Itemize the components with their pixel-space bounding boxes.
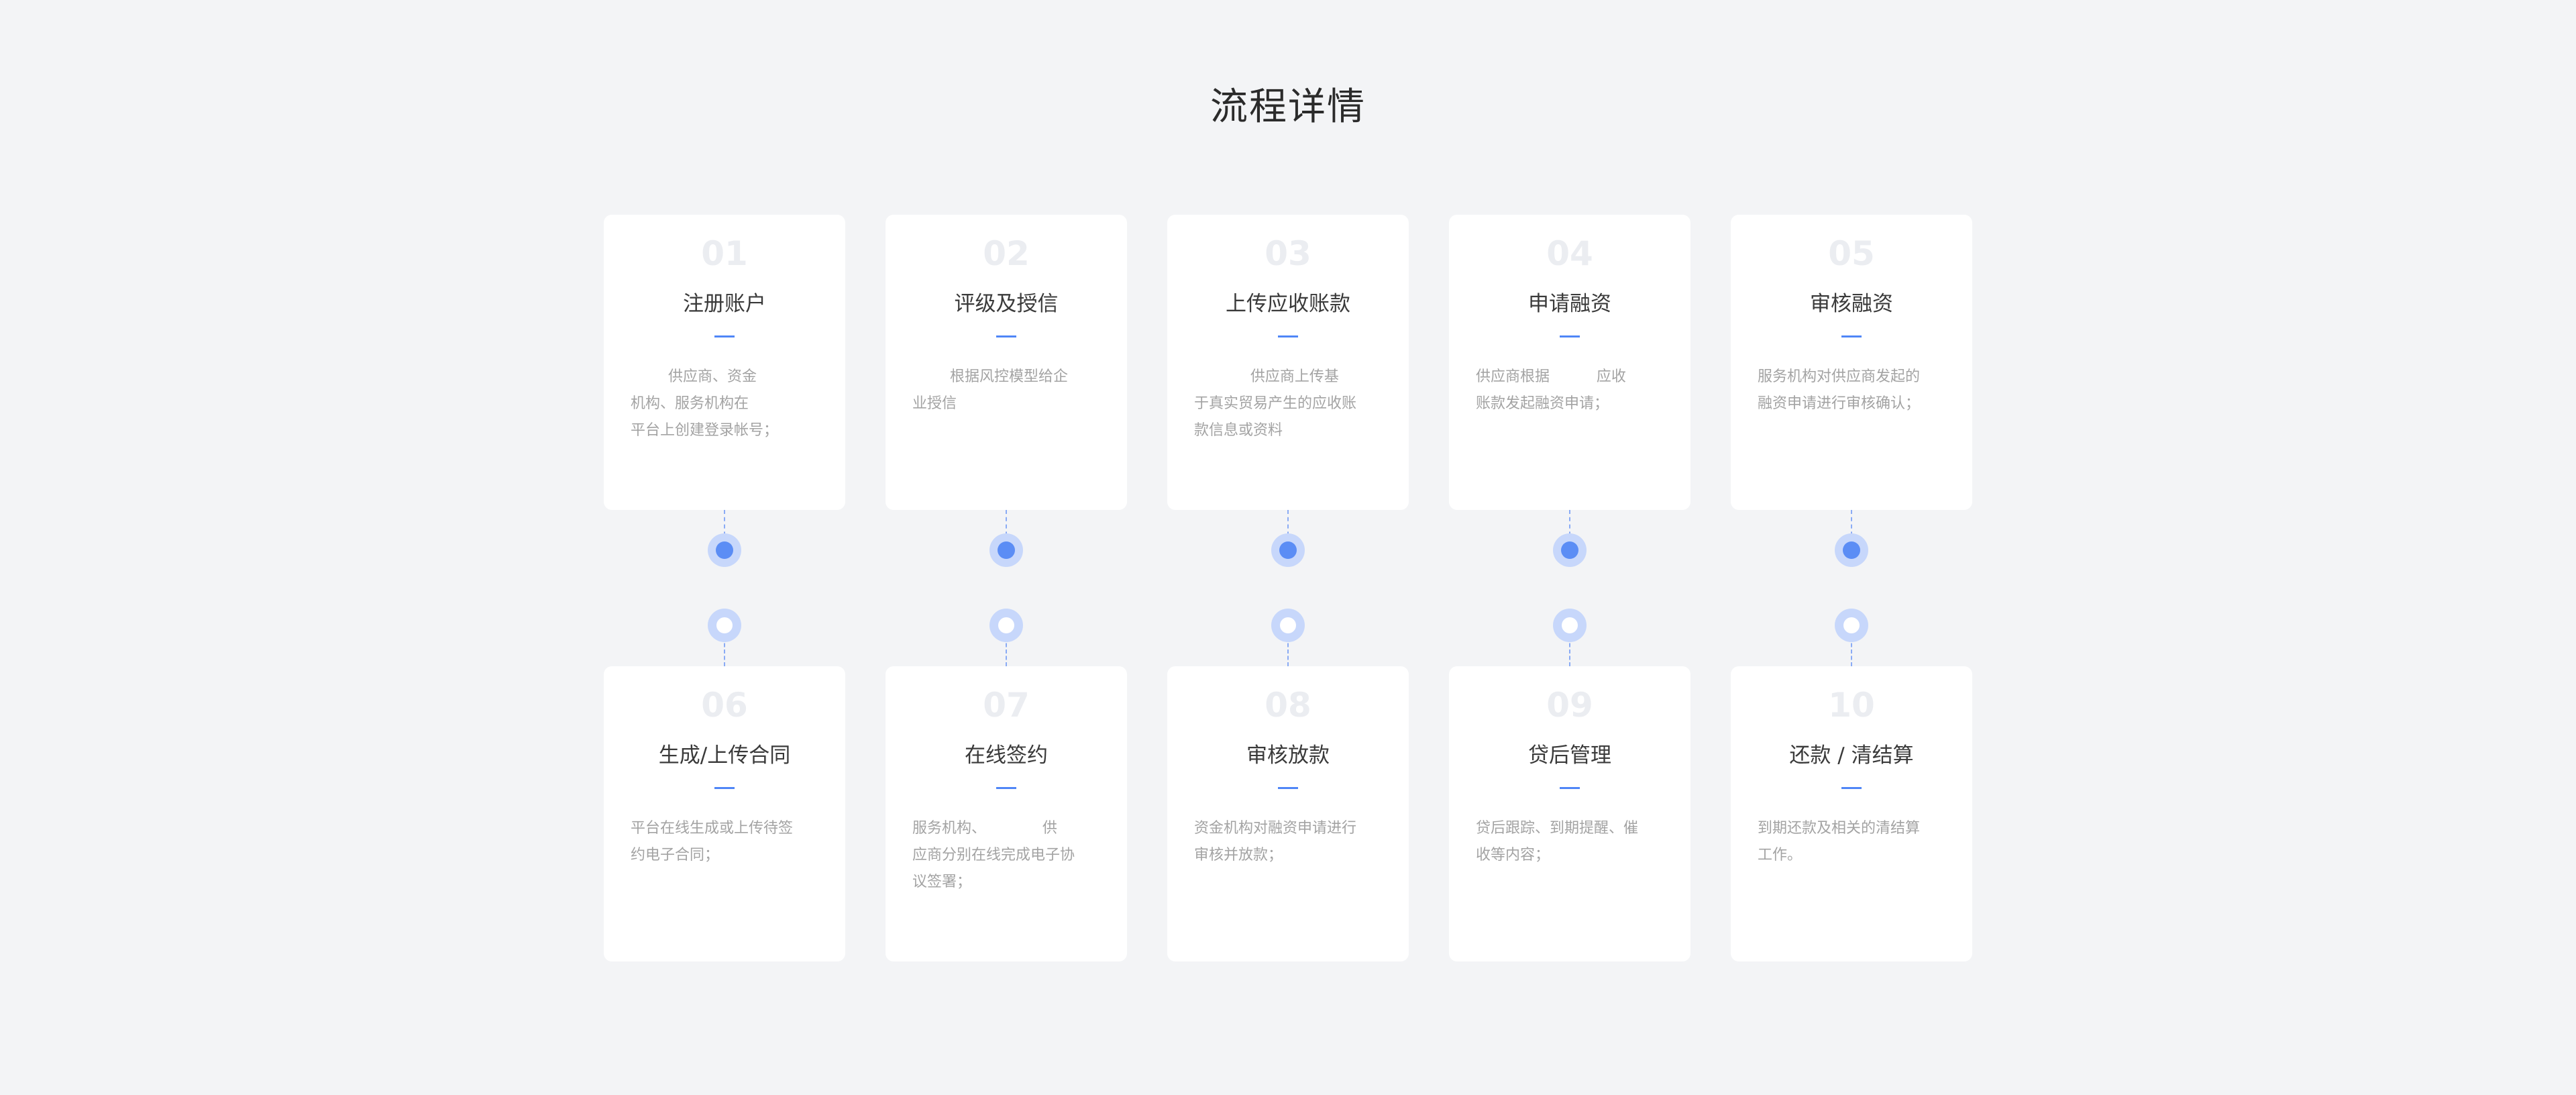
title-underline bbox=[996, 335, 1016, 337]
title-underline bbox=[1841, 335, 1862, 337]
step-title: 申请融资 bbox=[1528, 292, 1611, 316]
title-underline bbox=[1560, 335, 1580, 337]
step-description: 平台在线生成或上传待签 约电子合同； bbox=[631, 820, 794, 864]
title-underline bbox=[1278, 335, 1298, 337]
step-description: 供应商根据 应收 账款发起融资申请； bbox=[1476, 368, 1626, 412]
step-dot-filled bbox=[708, 533, 741, 567]
step-title: 在线签约 bbox=[965, 743, 1048, 768]
step-dot-filled bbox=[1271, 533, 1305, 567]
step-number: 08 bbox=[1265, 686, 1311, 725]
step-card-06: 06 生成/上传合同 平台在线生成或上传待签 约电子合同； bbox=[604, 666, 845, 961]
step-number: 07 bbox=[983, 686, 1030, 725]
step-title: 贷后管理 bbox=[1528, 743, 1611, 768]
step-description: 根据风控模型给企 业授信 bbox=[912, 368, 1068, 412]
step-number: 04 bbox=[1546, 234, 1593, 273]
step-card-03: 03 上传应收账款 供应商上传基 于真实贸易产生的应收账 款信息或资料 bbox=[1167, 215, 1409, 510]
step-title: 审核融资 bbox=[1810, 292, 1893, 316]
step-number: 01 bbox=[701, 234, 748, 273]
step-number: 06 bbox=[701, 686, 748, 725]
step-description: 服务机构对供应商发起的 融资申请进行审核确认； bbox=[1758, 368, 1921, 412]
title-underline bbox=[1560, 787, 1580, 789]
step-number: 10 bbox=[1828, 686, 1875, 725]
step-title: 还款 / 清结算 bbox=[1789, 743, 1914, 768]
step-card-08: 08 审核放款 资金机构对融资申请进行 审核并放款； bbox=[1167, 666, 1409, 961]
step-description: 供应商、资金 机构、服务机构在 平台上创建登录帐号； bbox=[631, 368, 779, 439]
step-card-07: 07 在线签约 服务机构、 供 应商分别在线完成电子协 议签署； bbox=[885, 666, 1127, 961]
step-card-05: 05 审核融资 服务机构对供应商发起的 融资申请进行审核确认； bbox=[1731, 215, 1972, 510]
step-dot-ring bbox=[1553, 609, 1587, 642]
step-number: 05 bbox=[1828, 234, 1875, 273]
page-title: 流程详情 bbox=[1210, 85, 1366, 129]
step-description: 资金机构对融资申请进行 审核并放款； bbox=[1194, 820, 1357, 864]
title-underline bbox=[1278, 787, 1298, 789]
step-card-04: 04 申请融资 供应商根据 应收 账款发起融资申请； bbox=[1449, 215, 1690, 510]
step-card-02: 02 评级及授信 根据风控模型给企 业授信 bbox=[885, 215, 1127, 510]
step-description: 供应商上传基 于真实贸易产生的应收账 款信息或资料 bbox=[1194, 368, 1357, 439]
step-dot-filled bbox=[1553, 533, 1587, 567]
title-underline bbox=[714, 787, 735, 789]
step-title: 评级及授信 bbox=[954, 292, 1059, 316]
step-dot-ring bbox=[989, 609, 1023, 642]
step-card-01: 01 注册账户 供应商、资金 机构、服务机构在 平台上创建登录帐号； bbox=[604, 215, 845, 510]
step-card-09: 09 贷后管理 贷后跟踪、到期提醒、催 收等内容； bbox=[1449, 666, 1690, 961]
step-dot-ring bbox=[708, 609, 741, 642]
step-dot-ring bbox=[1271, 609, 1305, 642]
step-title: 上传应收账款 bbox=[1226, 292, 1350, 316]
step-description: 到期还款及相关的清结算 工作。 bbox=[1758, 820, 1921, 864]
step-dot-filled bbox=[1835, 533, 1868, 567]
title-underline bbox=[996, 787, 1016, 789]
step-card-10: 10 还款 / 清结算 到期还款及相关的清结算 工作。 bbox=[1731, 666, 1972, 961]
step-title: 生成/上传合同 bbox=[658, 743, 791, 768]
step-number: 09 bbox=[1546, 686, 1593, 725]
step-dot-ring bbox=[1835, 609, 1868, 642]
step-title: 注册账户 bbox=[683, 292, 766, 316]
title-underline bbox=[714, 335, 735, 337]
step-number: 02 bbox=[983, 234, 1030, 273]
step-number: 03 bbox=[1265, 234, 1311, 273]
title-underline bbox=[1841, 787, 1862, 789]
step-description: 服务机构、 供 应商分别在线完成电子协 议签署； bbox=[912, 820, 1075, 890]
step-description: 贷后跟踪、到期提醒、催 收等内容； bbox=[1476, 820, 1639, 864]
step-title: 审核放款 bbox=[1246, 743, 1330, 768]
step-dot-filled bbox=[989, 533, 1023, 567]
